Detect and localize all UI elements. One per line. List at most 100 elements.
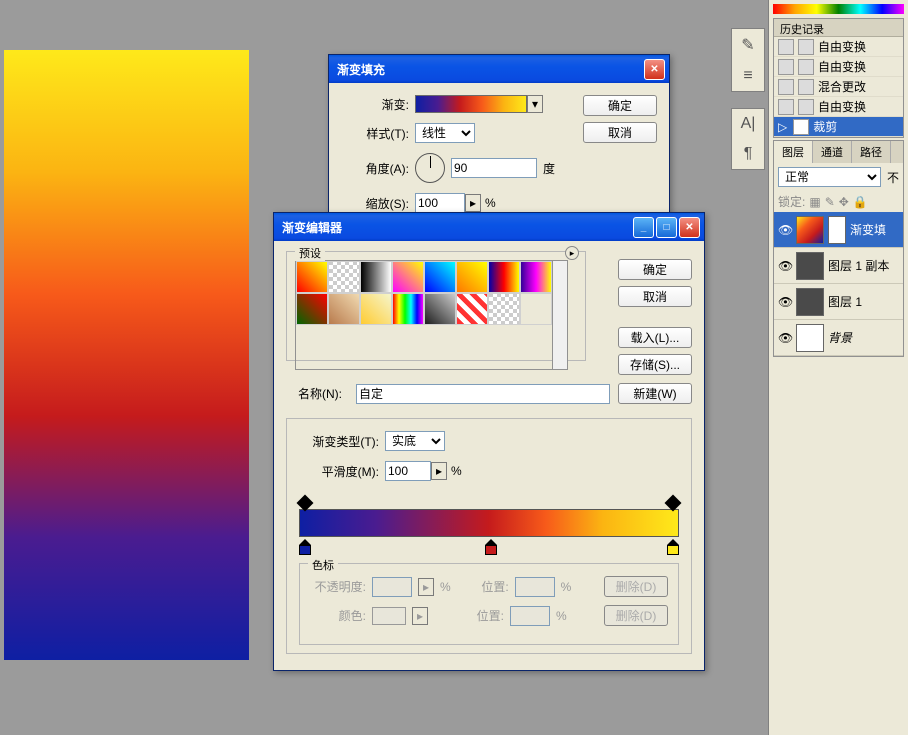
minimize-icon[interactable]: _	[633, 217, 654, 238]
new-button[interactable]: 新建(W)	[618, 383, 692, 404]
history-item[interactable]: ▷裁剪	[774, 117, 903, 137]
brush-tool-icon[interactable]: ✎	[741, 35, 754, 55]
history-panel: 历史记录 自由变换 自由变换 混合更改 自由变换 ▷裁剪	[773, 18, 904, 138]
position-input	[515, 577, 555, 597]
gradient-editor-titlebar[interactable]: 渐变编辑器 _ □ ✕	[274, 213, 704, 241]
para-tool-icon[interactable]: ¶	[744, 145, 753, 163]
gradient-dropdown-icon[interactable]: ▾	[527, 95, 543, 113]
stops-label: 色标	[308, 557, 338, 573]
layer-thumb[interactable]	[796, 252, 824, 280]
scale-stepper-icon[interactable]: ▸	[465, 194, 481, 212]
delete-button: 删除(D)	[604, 605, 668, 626]
color-stop[interactable]	[667, 539, 679, 557]
lock-all-icon[interactable]: 🔒	[853, 195, 868, 209]
color-spectrum[interactable]	[773, 4, 904, 14]
blend-mode-select[interactable]: 正常	[778, 167, 881, 187]
layer-name[interactable]: 背景	[828, 329, 852, 346]
position-unit: %	[556, 609, 567, 623]
save-button[interactable]: 存储(S)...	[618, 354, 692, 375]
layer-thumb[interactable]	[796, 324, 824, 352]
load-button[interactable]: 载入(L)...	[618, 327, 692, 348]
smooth-unit: %	[451, 464, 462, 478]
grad-type-label: 渐变类型(T):	[299, 433, 379, 450]
vertical-toolbar: A| ¶	[731, 108, 765, 170]
name-input[interactable]	[356, 384, 610, 404]
gradient-fill-title: 渐变填充	[337, 61, 642, 78]
history-item[interactable]: 混合更改	[774, 77, 903, 97]
opacity-input	[372, 577, 412, 597]
name-label: 名称(N):	[286, 385, 342, 402]
stepper-icon: ▸	[418, 578, 434, 596]
history-item[interactable]: 自由变换	[774, 97, 903, 117]
right-panels: ✎ ≡ A| ¶ 历史记录 自由变换 自由变换 混合更改 自由变换 ▷裁剪 图层…	[768, 0, 908, 735]
style-select[interactable]: 线性	[415, 123, 475, 143]
tab-channels[interactable]: 通道	[813, 141, 852, 163]
presets-label: 预设	[295, 245, 325, 261]
smooth-stepper-icon[interactable]: ▸	[431, 462, 447, 480]
preset-scrollbar[interactable]	[552, 260, 568, 370]
smooth-input[interactable]	[385, 461, 431, 481]
history-title: 历史记录	[774, 19, 903, 37]
visibility-icon[interactable]: 👁	[778, 331, 792, 345]
lock-trans-icon[interactable]: ▦	[809, 195, 820, 209]
close-icon[interactable]: ✕	[679, 217, 700, 238]
preset-grid[interactable]	[295, 260, 552, 370]
delete-button: 删除(D)	[604, 576, 668, 597]
position-input	[510, 606, 550, 626]
gradient-editor-dialog: 渐变编辑器 _ □ ✕ 预设 ▸	[273, 212, 705, 671]
smooth-label: 平滑度(M):	[299, 463, 379, 480]
tab-paths[interactable]: 路径	[852, 141, 891, 163]
position-unit: %	[561, 580, 572, 594]
layer-row[interactable]: 👁 图层 1	[774, 284, 903, 320]
opacity-abbr: 不	[887, 169, 899, 186]
visibility-icon[interactable]: 👁	[778, 259, 792, 273]
stepper-icon: ▸	[412, 607, 428, 625]
lock-move-icon[interactable]: ✥	[839, 195, 849, 209]
history-item[interactable]: 自由变换	[774, 37, 903, 57]
grad-type-select[interactable]: 实底	[385, 431, 445, 451]
layer-name[interactable]: 渐变填	[850, 221, 886, 238]
layer-name[interactable]: 图层 1 副本	[828, 257, 889, 274]
para-tool-icon[interactable]: ≡	[743, 67, 752, 85]
visibility-icon[interactable]: 👁	[778, 295, 792, 309]
vertical-toolbar: ✎ ≡	[731, 28, 765, 92]
maximize-icon[interactable]: □	[656, 217, 677, 238]
layer-name[interactable]: 图层 1	[828, 293, 862, 310]
layers-panel: 图层 通道 路径 正常 不 锁定: ▦ ✎ ✥ 🔒 👁 渐变填 👁 图层 1 副…	[773, 140, 904, 357]
presets-menu-icon[interactable]: ▸	[565, 246, 579, 260]
cancel-button[interactable]: 取消	[618, 286, 692, 307]
scale-unit: %	[485, 196, 496, 210]
history-item[interactable]: 自由变换	[774, 57, 903, 77]
color-stop[interactable]	[299, 539, 311, 557]
mask-thumb[interactable]	[828, 216, 846, 244]
close-icon[interactable]: ✕	[644, 59, 665, 80]
style-label: 样式(T):	[339, 125, 409, 142]
ok-button[interactable]: 确定	[618, 259, 692, 280]
layer-thumb[interactable]	[796, 288, 824, 316]
cancel-button[interactable]: 取消	[583, 122, 657, 143]
color-swatch	[372, 607, 406, 625]
lock-paint-icon[interactable]: ✎	[825, 195, 835, 209]
angle-unit: 度	[543, 160, 555, 177]
canvas-gradient-preview	[4, 50, 249, 660]
tab-layers[interactable]: 图层	[774, 141, 813, 163]
layer-row[interactable]: 👁 背景	[774, 320, 903, 356]
layer-row[interactable]: 👁 图层 1 副本	[774, 248, 903, 284]
angle-input[interactable]	[451, 158, 537, 178]
color-label: 颜色:	[310, 607, 366, 624]
gradient-editor-title: 渐变编辑器	[282, 219, 631, 236]
angle-dial[interactable]	[415, 153, 445, 183]
layer-thumb[interactable]	[796, 216, 824, 244]
angle-label: 角度(A):	[339, 160, 409, 177]
ok-button[interactable]: 确定	[583, 95, 657, 116]
lock-label: 锁定:	[778, 193, 805, 210]
color-stop[interactable]	[485, 539, 497, 557]
visibility-icon[interactable]: 👁	[778, 223, 792, 237]
gradient-swatch[interactable]	[415, 95, 527, 113]
scale-input[interactable]	[415, 193, 465, 213]
gradient-fill-titlebar[interactable]: 渐变填充 ✕	[329, 55, 669, 83]
scale-label: 缩放(S):	[339, 195, 409, 212]
char-tool-icon[interactable]: A|	[741, 115, 756, 133]
opacity-unit: %	[440, 580, 451, 594]
layer-row[interactable]: 👁 渐变填	[774, 212, 903, 248]
